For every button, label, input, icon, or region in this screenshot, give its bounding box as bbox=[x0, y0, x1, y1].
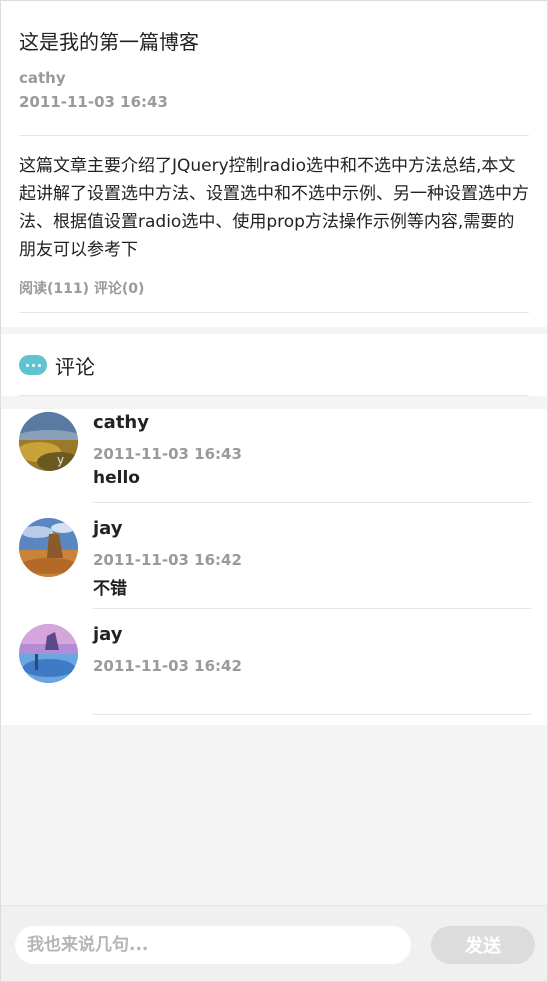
divider bbox=[19, 135, 529, 136]
comment-input[interactable] bbox=[15, 926, 411, 964]
post-stats: 阅读(111) 评论(0) bbox=[19, 281, 145, 297]
comment-author[interactable]: cathy bbox=[93, 412, 149, 433]
blog-post: 这是我的第一篇博客 cathy 2011-11-03 16:43 这篇文章主要介… bbox=[1, 1, 547, 327]
divider bbox=[19, 312, 529, 313]
avatar[interactable]: y bbox=[19, 412, 78, 471]
app-frame: 这是我的第一篇博客 cathy 2011-11-03 16:43 这篇文章主要介… bbox=[0, 0, 548, 982]
comment-text: 不错 bbox=[93, 579, 127, 599]
comments-title: 评论 bbox=[55, 354, 95, 379]
divider bbox=[93, 608, 531, 609]
comment-list: y cathy 2011-11-03 16:43 hello jay 2011-… bbox=[1, 409, 547, 725]
post-date: 2011-11-03 16:43 bbox=[19, 93, 168, 111]
comment-text: hello bbox=[93, 468, 140, 488]
post-body: 这篇文章主要介绍了JQuery控制radio选中和不选中方法总结,本文起讲解了设… bbox=[19, 156, 529, 260]
comment-date: 2011-11-03 16:43 bbox=[93, 445, 242, 463]
comment-author[interactable]: jay bbox=[93, 518, 123, 539]
post-author[interactable]: cathy bbox=[19, 69, 529, 87]
comment-item: jay 2011-11-03 16:42 不错 bbox=[1, 515, 547, 621]
chat-bubble-icon bbox=[19, 355, 47, 375]
comments-header: 评论 bbox=[1, 334, 547, 396]
svg-text:y: y bbox=[57, 453, 64, 467]
divider bbox=[19, 395, 529, 396]
comment-compose-bar: 发送 bbox=[1, 905, 547, 981]
send-button[interactable]: 发送 bbox=[431, 926, 535, 964]
comment-date: 2011-11-03 16:42 bbox=[93, 657, 242, 675]
comment-date: 2011-11-03 16:42 bbox=[93, 551, 242, 569]
comment-author[interactable]: jay bbox=[93, 624, 123, 645]
post-title: 这是我的第一篇博客 bbox=[19, 30, 199, 54]
divider bbox=[93, 502, 531, 503]
comment-item: y cathy 2011-11-03 16:43 hello bbox=[1, 409, 547, 515]
comment-item: jay 2011-11-03 16:42 bbox=[1, 621, 547, 727]
avatar[interactable] bbox=[19, 624, 78, 683]
avatar[interactable] bbox=[19, 518, 78, 577]
divider bbox=[93, 714, 531, 715]
